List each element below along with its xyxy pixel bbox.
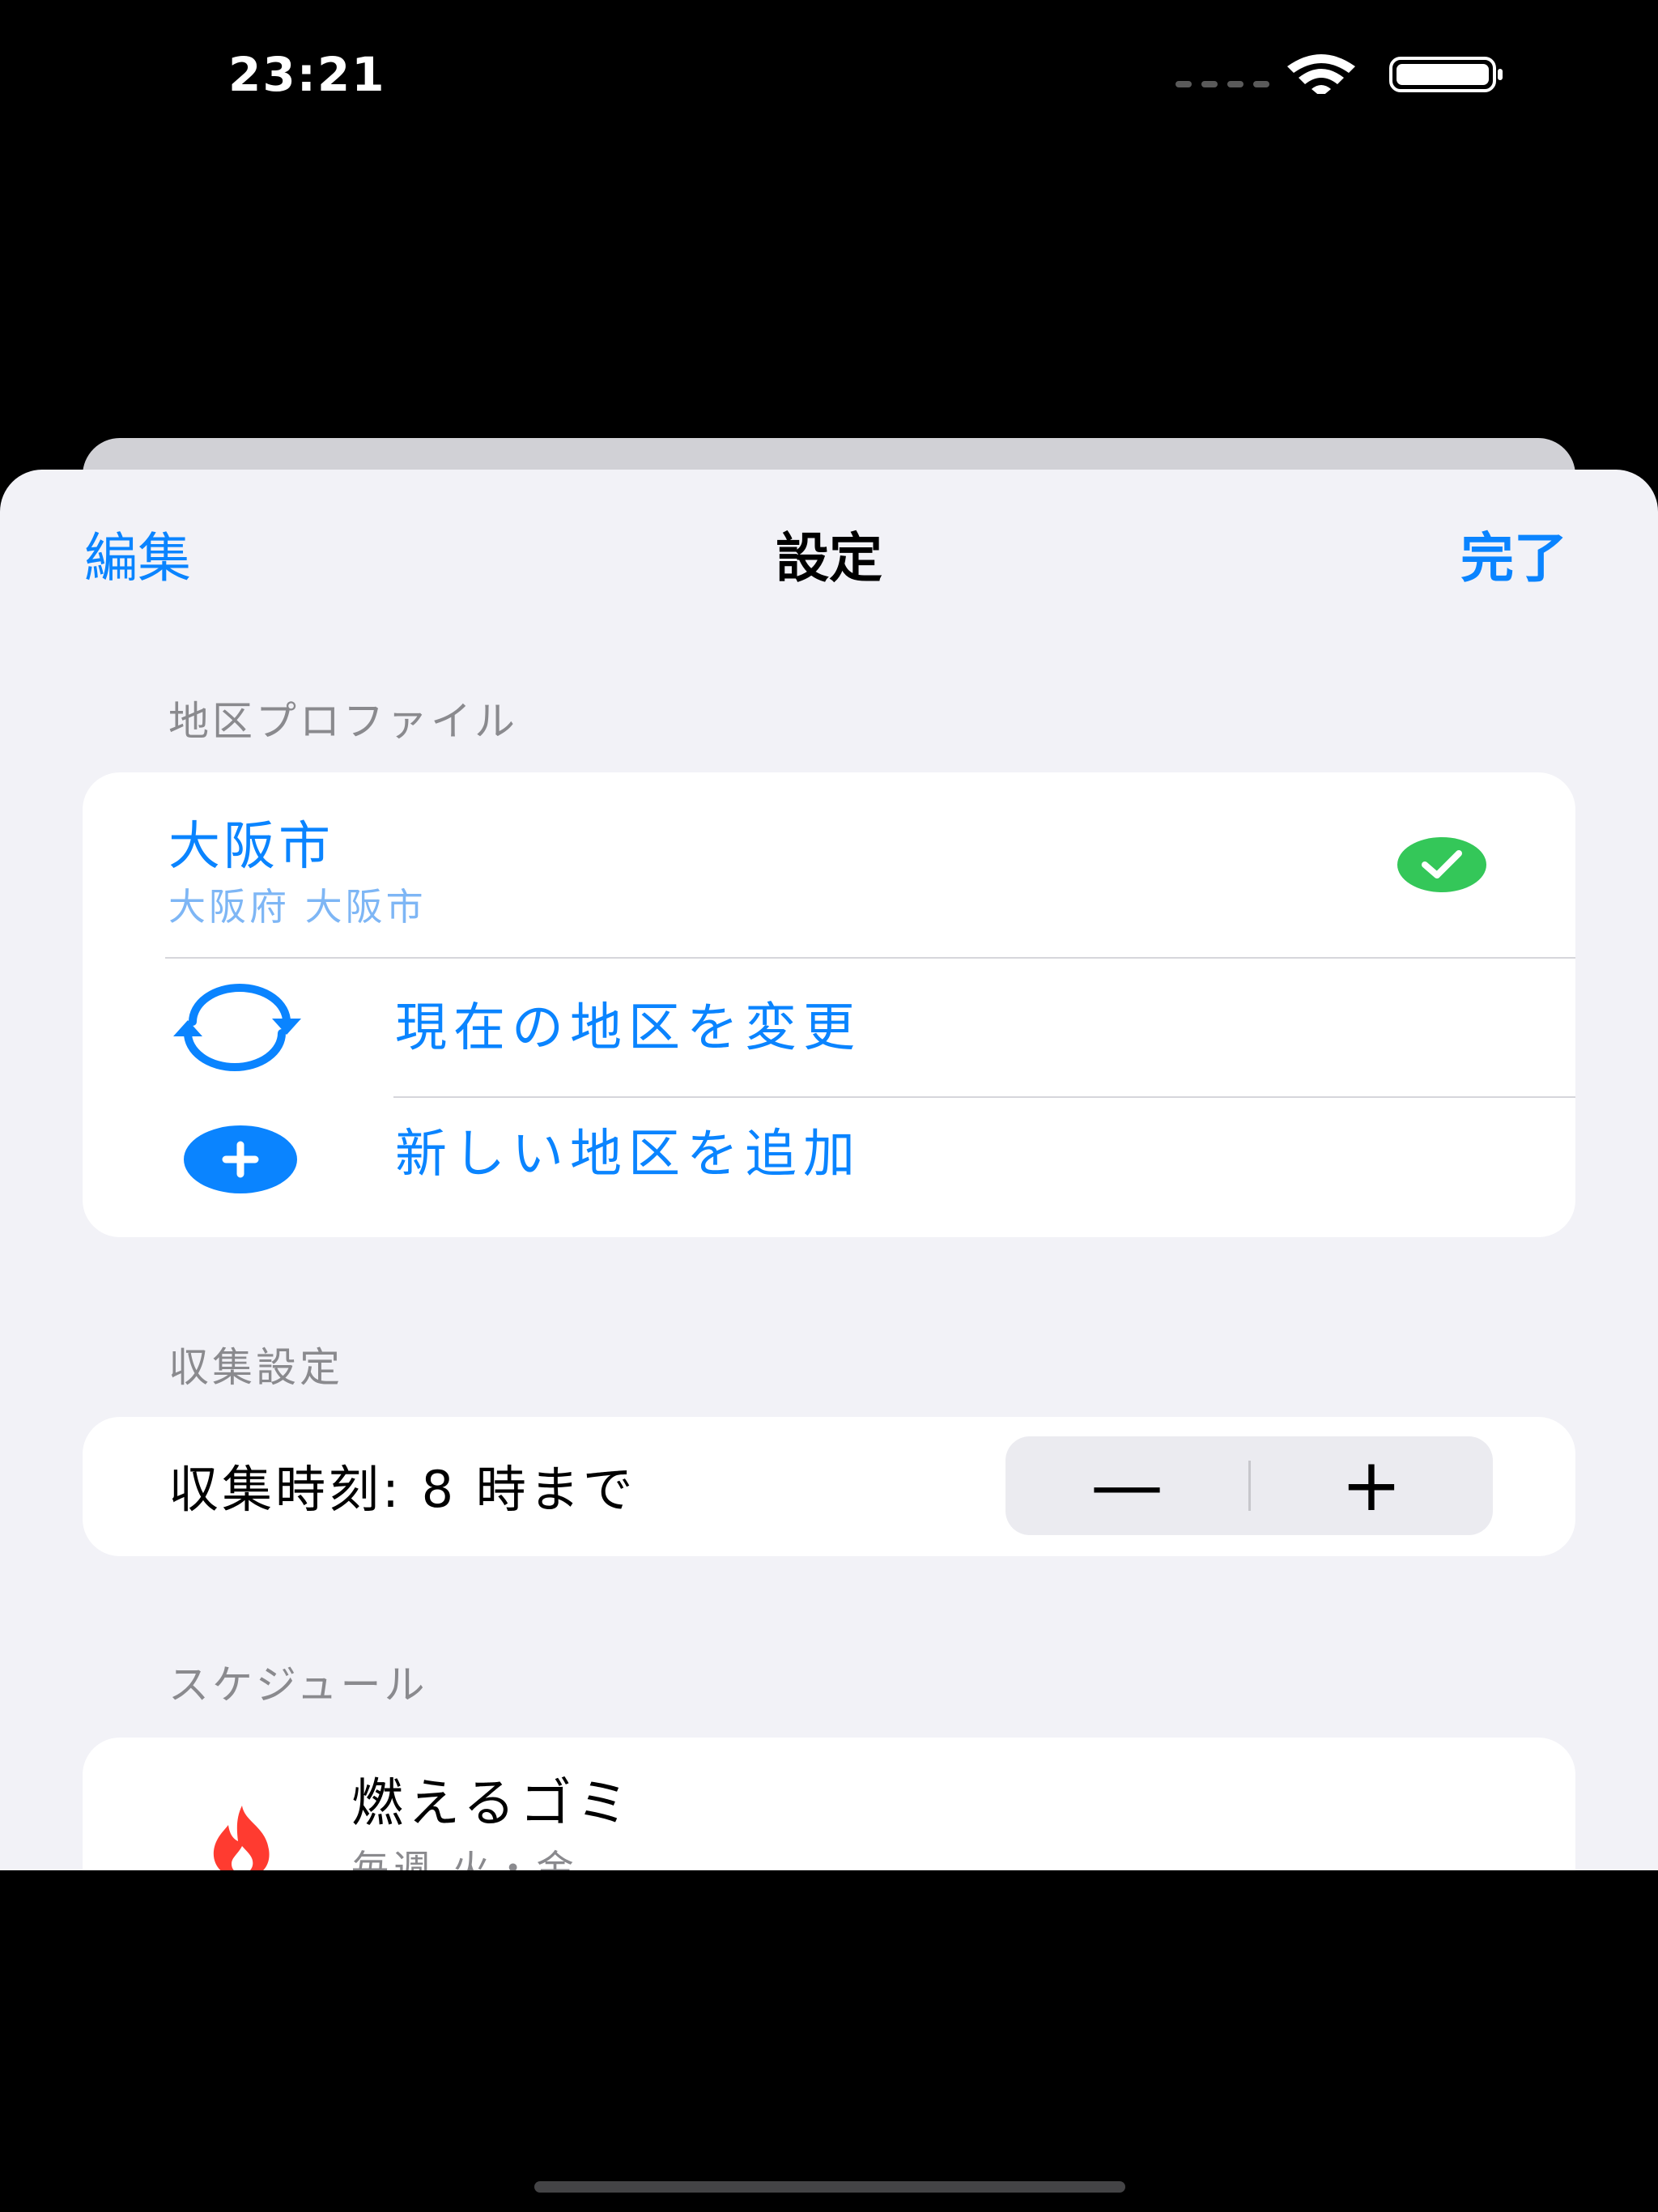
schedule-item-subtitle: 毎週 火・金 (351, 1847, 579, 1870)
status-time: 23:21 (228, 47, 386, 102)
settings-sheet: 設定 編集 完了 地区プロファイル 大阪市 大阪府 大阪市 現在の地区を変更 新… (0, 470, 1658, 1870)
collection-time-label: 収集時刻: 8 時まで (168, 1460, 636, 1519)
wifi-icon (1287, 54, 1355, 94)
collection-card: 収集時刻: 8 時まで — + (83, 1417, 1575, 1556)
flame-icon (213, 1806, 270, 1870)
change-region-label: 現在の地区を変更 (395, 998, 861, 1058)
increment-button[interactable]: + (1250, 1436, 1493, 1535)
page-title: 設定 (776, 527, 882, 589)
decrement-button[interactable]: — (1005, 1436, 1248, 1535)
screen: 23:21 設定 編集 完了 地区プロファイル 大阪市 大阪府 大阪市 現在の地… (0, 0, 1658, 2212)
profile-name: 大阪市 (168, 817, 334, 877)
change-region-row[interactable]: 現在の地区を変更 (83, 959, 1575, 1098)
schedule-item-title: 燃えるゴミ (351, 1774, 634, 1834)
add-region-row[interactable]: 新しい地区を追加 (83, 1098, 1575, 1237)
section-header-schedule: スケジュール (168, 1661, 428, 1708)
schedule-card: 燃えるゴミ 毎週 火・金 (83, 1738, 1575, 1870)
battery-icon (1389, 57, 1503, 92)
section-header-collection: 収集設定 (168, 1344, 343, 1391)
add-region-label: 新しい地区を追加 (395, 1125, 861, 1185)
current-profile-row[interactable]: 大阪市 大阪府 大阪市 (83, 772, 1575, 957)
done-button[interactable]: 完了 (1460, 518, 1567, 599)
cellular-signal-icon (1175, 81, 1269, 87)
refresh-arrows-icon (173, 984, 301, 1071)
plus-circle-icon (184, 1125, 297, 1193)
collection-time-stepper: — + (1005, 1436, 1493, 1535)
home-indicator (534, 2181, 1125, 2193)
edit-button[interactable]: 編集 (84, 518, 191, 599)
checkmark-circle-icon (1397, 837, 1486, 892)
section-header-profile: 地区プロファイル (168, 698, 518, 745)
schedule-item[interactable]: 燃えるゴミ 毎週 火・金 (83, 1738, 1575, 1870)
profile-card: 大阪市 大阪府 大阪市 現在の地区を変更 新しい地区を追加 (83, 772, 1575, 1237)
profile-subtitle: 大阪府 大阪市 (168, 885, 427, 929)
